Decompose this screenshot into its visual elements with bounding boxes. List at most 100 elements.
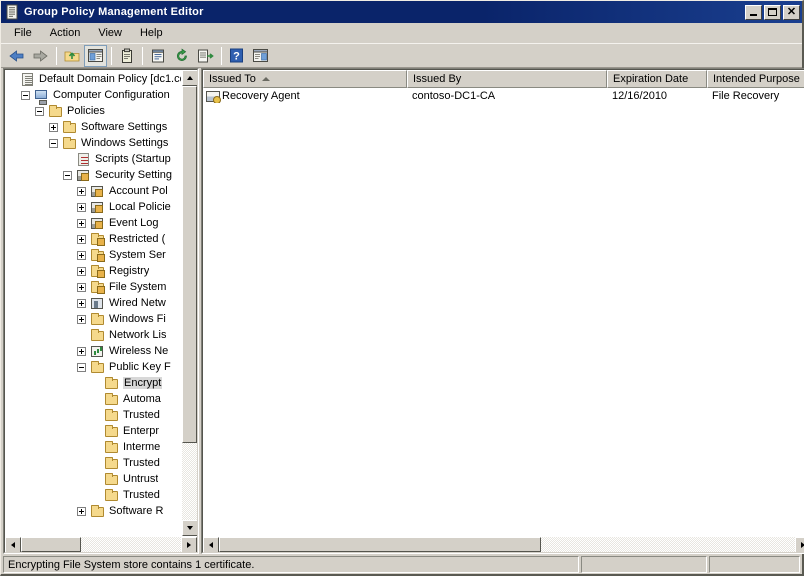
clipboard-icon (121, 48, 132, 63)
export-list-button[interactable] (194, 45, 217, 67)
column-header[interactable]: Issued To (203, 70, 407, 88)
folder-icon (62, 120, 78, 135)
column-header-label: Issued To (209, 73, 256, 85)
tree-item-label: Local Policie (109, 201, 171, 213)
tree-item[interactable]: Security Setting (5, 167, 181, 183)
tree-scroll-area: Default Domain Policy [dc1.cont Computer … (5, 70, 197, 536)
tree-item[interactable]: Restricted ( (5, 231, 181, 247)
forward-button[interactable] (29, 45, 52, 67)
expand-icon[interactable] (77, 202, 86, 212)
collapse-icon[interactable] (35, 106, 44, 116)
script-icon (76, 152, 92, 167)
tree-item-label: Restricted ( (109, 233, 166, 245)
list-horizontal-scrollbar[interactable] (203, 536, 804, 552)
tree-vscroll-track[interactable] (182, 86, 197, 520)
menu-item-view[interactable]: View (89, 25, 131, 41)
tree-hscroll-thumb[interactable] (21, 537, 81, 552)
properties-icon (151, 49, 164, 62)
tree-vscroll-thumb[interactable] (182, 86, 197, 443)
tree-item[interactable]: Encrypt (5, 375, 181, 391)
list-hscroll-track[interactable] (219, 537, 795, 552)
menu-item-file[interactable]: File (5, 25, 41, 41)
column-header[interactable]: Intended Purpose (707, 70, 804, 88)
forward-arrow-icon (33, 49, 48, 62)
folder-icon (104, 472, 120, 487)
collapse-icon[interactable] (49, 138, 58, 148)
tree-scroll-up-button[interactable] (182, 70, 197, 86)
expand-icon[interactable] (77, 346, 86, 356)
tree-item[interactable]: Interme (5, 439, 181, 455)
tree-item[interactable]: Scripts (Startup (5, 151, 181, 167)
expand-icon[interactable] (77, 506, 86, 516)
expand-icon[interactable] (77, 298, 86, 308)
tree-item[interactable]: Registry (5, 263, 181, 279)
close-button[interactable]: ✕ (783, 4, 800, 20)
list-rows[interactable]: Recovery Agent contoso-DC1-CA 12/16/2010 Fi… (203, 88, 804, 536)
tree-scroll-left-button[interactable] (5, 537, 21, 552)
collapse-icon[interactable] (63, 170, 72, 180)
tree-item[interactable]: Wired Netw (5, 295, 181, 311)
folder-up-icon (64, 51, 79, 61)
folder-icon (104, 440, 120, 455)
main-content: Default Domain Policy [dc1.cont Computer … (1, 68, 804, 554)
copy-button[interactable] (115, 45, 138, 67)
expand-icon[interactable] (77, 314, 86, 324)
tree-item[interactable]: Trusted (5, 487, 181, 503)
menu-item-action[interactable]: Action (41, 25, 90, 41)
tree-vertical-scrollbar[interactable] (181, 70, 197, 536)
tree-item[interactable]: Network Lis (5, 327, 181, 343)
tree-item[interactable]: Local Policie (5, 199, 181, 215)
tree-item[interactable]: Wireless Ne (5, 343, 181, 359)
tree-item[interactable]: System Ser (5, 247, 181, 263)
tree-item[interactable]: Automa (5, 391, 181, 407)
tree-item[interactable]: Event Log (5, 215, 181, 231)
tree-hscroll-track[interactable] (21, 537, 181, 552)
tree-item[interactable]: Public Key F (5, 359, 181, 375)
column-header[interactable]: Issued By (407, 70, 607, 88)
properties-button[interactable] (146, 45, 169, 67)
expand-icon[interactable] (77, 266, 86, 276)
console-tree[interactable]: Default Domain Policy [dc1.cont Computer … (5, 70, 181, 536)
refresh-button[interactable] (170, 45, 193, 67)
back-button[interactable] (5, 45, 28, 67)
maximize-button[interactable] (764, 4, 781, 20)
menu-item-help[interactable]: Help (131, 25, 172, 41)
tree-item[interactable]: Trusted (5, 407, 181, 423)
tree-item[interactable]: Account Pol (5, 183, 181, 199)
tree-item[interactable]: Windows Settings (5, 135, 181, 151)
list-scroll-left-button[interactable] (203, 537, 219, 552)
collapse-icon[interactable] (21, 90, 30, 100)
tree-scroll-down-button[interactable] (182, 520, 197, 536)
list-hscroll-thumb[interactable] (219, 537, 541, 552)
tree-item[interactable]: Default Domain Policy [dc1.cont (5, 71, 181, 87)
show-hide-tree-button[interactable] (84, 44, 107, 67)
collapse-icon[interactable] (77, 362, 86, 372)
tree-horizontal-scrollbar[interactable] (5, 536, 197, 552)
tree-item[interactable]: Windows Fi (5, 311, 181, 327)
arrow-left-icon (11, 542, 15, 548)
column-header[interactable]: Expiration Date (607, 70, 707, 88)
help-button[interactable]: ? (225, 45, 248, 67)
table-row[interactable]: Recovery Agent contoso-DC1-CA 12/16/2010 Fi… (203, 88, 804, 104)
tree-item[interactable]: Software R (5, 503, 181, 519)
tree-item[interactable]: File System (5, 279, 181, 295)
expand-icon[interactable] (77, 250, 86, 260)
up-one-level-button[interactable] (60, 45, 83, 67)
minimize-button[interactable] (745, 4, 762, 20)
expand-icon[interactable] (77, 186, 86, 196)
expand-icon[interactable] (77, 282, 86, 292)
tree-item[interactable]: Enterpr (5, 423, 181, 439)
list-scroll-right-button[interactable] (795, 537, 804, 552)
certificate-icon (205, 89, 221, 103)
expand-icon[interactable] (77, 218, 86, 228)
tree-item[interactable]: Software Settings (5, 119, 181, 135)
tree-item[interactable]: Trusted (5, 455, 181, 471)
tree-item[interactable]: Untrust (5, 471, 181, 487)
tree-scroll-right-button[interactable] (181, 537, 197, 552)
expand-icon[interactable] (77, 234, 86, 244)
tree-item-label: Default Domain Policy [dc1.cont (39, 73, 181, 85)
tree-item[interactable]: Computer Configuration (5, 87, 181, 105)
show-action-pane-button[interactable] (249, 45, 272, 67)
expand-icon[interactable] (49, 122, 58, 132)
tree-item[interactable]: Policies (5, 103, 181, 119)
